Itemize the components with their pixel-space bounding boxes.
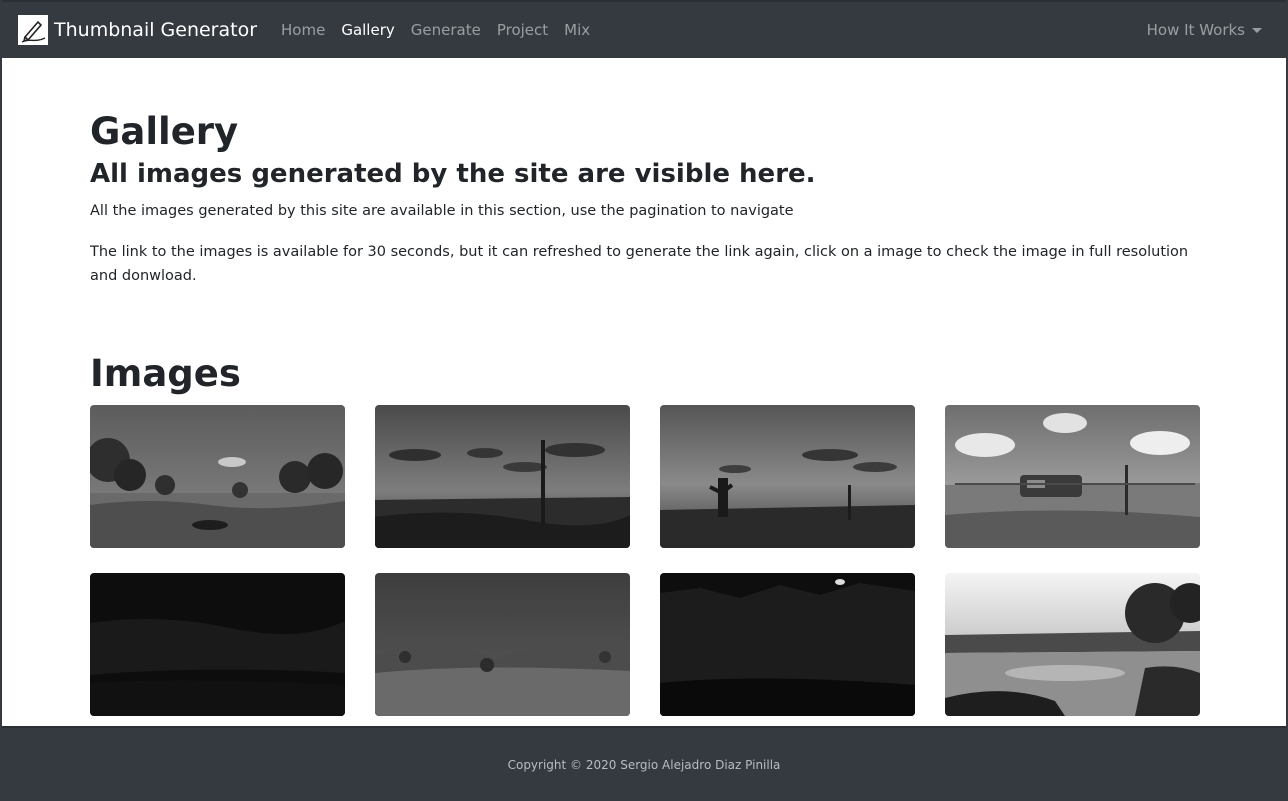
gallery-image-1[interactable] [90, 405, 345, 548]
gallery-image-3[interactable] [660, 405, 915, 548]
how-it-works-dropdown[interactable]: How It Works [1147, 21, 1270, 39]
nav-generate[interactable]: Generate [403, 21, 489, 39]
page-title: Gallery [90, 110, 239, 153]
image-gallery-grid [90, 405, 1202, 716]
main-content: Gallery All images generated by the site… [90, 58, 1202, 716]
nav-gallery[interactable]: Gallery [333, 21, 402, 39]
gallery-image-8[interactable] [945, 573, 1200, 716]
copyright-text: Copyright © 2020 Sergio Alejadro Diaz Pi… [507, 757, 781, 772]
page-subtitle: All images generated by the site are vis… [90, 159, 816, 189]
images-heading: Images [90, 352, 241, 395]
nav-project[interactable]: Project [489, 21, 556, 39]
pencil-icon [18, 15, 48, 45]
gallery-image-2[interactable] [375, 405, 630, 548]
brand-name: Thumbnail Generator [54, 19, 258, 41]
gallery-image-7[interactable] [660, 573, 915, 716]
gallery-image-5[interactable] [90, 573, 345, 716]
how-it-works-label: How It Works [1146, 21, 1245, 39]
top-navbar: Thumbnail Generator Home Gallery Generat… [2, 0, 1286, 58]
brand-link[interactable]: Thumbnail Generator [18, 15, 257, 45]
link-info-paragraph: The link to the images is available for … [90, 244, 1189, 284]
gallery-image-6[interactable] [375, 573, 630, 716]
gallery-image-4[interactable] [945, 405, 1200, 548]
page-footer: Copyright © 2020 Sergio Alejadro Diaz Pi… [2, 726, 1286, 801]
intro-paragraph: All the images generated by this site ar… [90, 203, 794, 219]
nav-home[interactable]: Home [273, 21, 333, 39]
caret-down-icon [1252, 27, 1262, 33]
nav-links: Home Gallery Generate Project Mix [273, 21, 598, 39]
nav-mix[interactable]: Mix [556, 21, 598, 39]
